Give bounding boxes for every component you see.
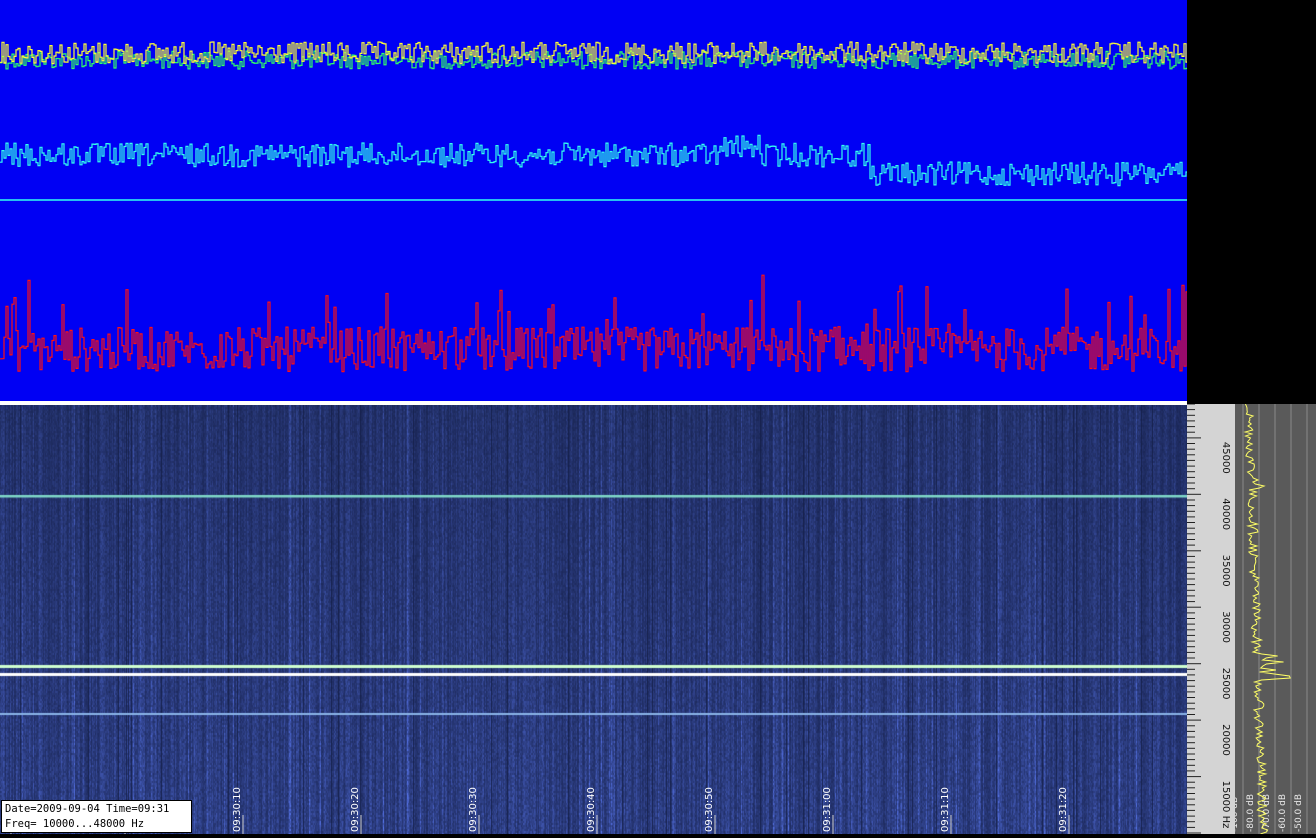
info-date-time: Date=2009-09-04 Time=09:31	[5, 803, 170, 815]
frequency-axis: 45000 40000 35000 30000 25000 20000 15000 Hz	[1187, 403, 1235, 834]
time-label: 09:30:30	[468, 787, 479, 832]
spectrum-db-label: -50.0 dB	[1294, 794, 1304, 832]
info-box: Date=2009-09-04 Time=09:31 Freq= 10000..…	[1, 800, 192, 833]
time-label: 09:30:40	[586, 787, 597, 832]
freq-label: 20000	[1220, 724, 1231, 756]
spectrum-trace	[1243, 403, 1291, 835]
time-label: 09:31:20	[1058, 787, 1069, 832]
trace-plot-svg	[0, 41, 1188, 373]
empty-corner-panel	[1187, 0, 1316, 404]
freq-label: 30000	[1220, 611, 1231, 643]
freq-label: 45000	[1220, 442, 1231, 474]
spectrum-panel: -100 dB -80.0 dB -70.0 dB -60.0 dB -50.0 dB	[1230, 403, 1316, 835]
freq-label: 15000 Hz	[1220, 781, 1231, 829]
time-label: 09:31:10	[940, 787, 951, 832]
freq-label: 35000	[1220, 555, 1231, 587]
spectrum-svg: -100 dB -80.0 dB -70.0 dB -60.0 dB -50.0 dB	[1230, 403, 1308, 835]
cyan-trace	[0, 134, 1188, 187]
spectrum-db-label: -100 dB	[1235, 797, 1240, 832]
red-trace	[0, 274, 1188, 373]
freq-label: 40000	[1220, 498, 1231, 530]
time-label: 09:31:00	[822, 787, 833, 832]
spectrum-db-label: -80.0 dB	[1246, 794, 1256, 832]
waterfall-spectrogram[interactable]: 500009:30:1009:30:2009:30:3009:30:4009:3…	[0, 405, 1187, 834]
spectrum-db-label: -60.0 dB	[1278, 794, 1288, 832]
info-freq-range: Freq= 10000...48000 Hz	[5, 818, 145, 830]
frequency-axis-svg: 45000 40000 35000 30000 25000 20000 15000 Hz	[1187, 403, 1231, 834]
time-axis: 500009:30:1009:30:2009:30:3009:30:4009:3…	[0, 787, 1070, 834]
time-label: 09:30:50	[704, 787, 715, 832]
time-label: 09:30:20	[350, 787, 361, 832]
spectrum-db-label: -70.0 dB	[1262, 794, 1272, 832]
time-domain-plot	[0, 0, 1188, 401]
time-label: 09:30:10	[232, 787, 243, 832]
freq-label: 25000	[1220, 668, 1231, 700]
